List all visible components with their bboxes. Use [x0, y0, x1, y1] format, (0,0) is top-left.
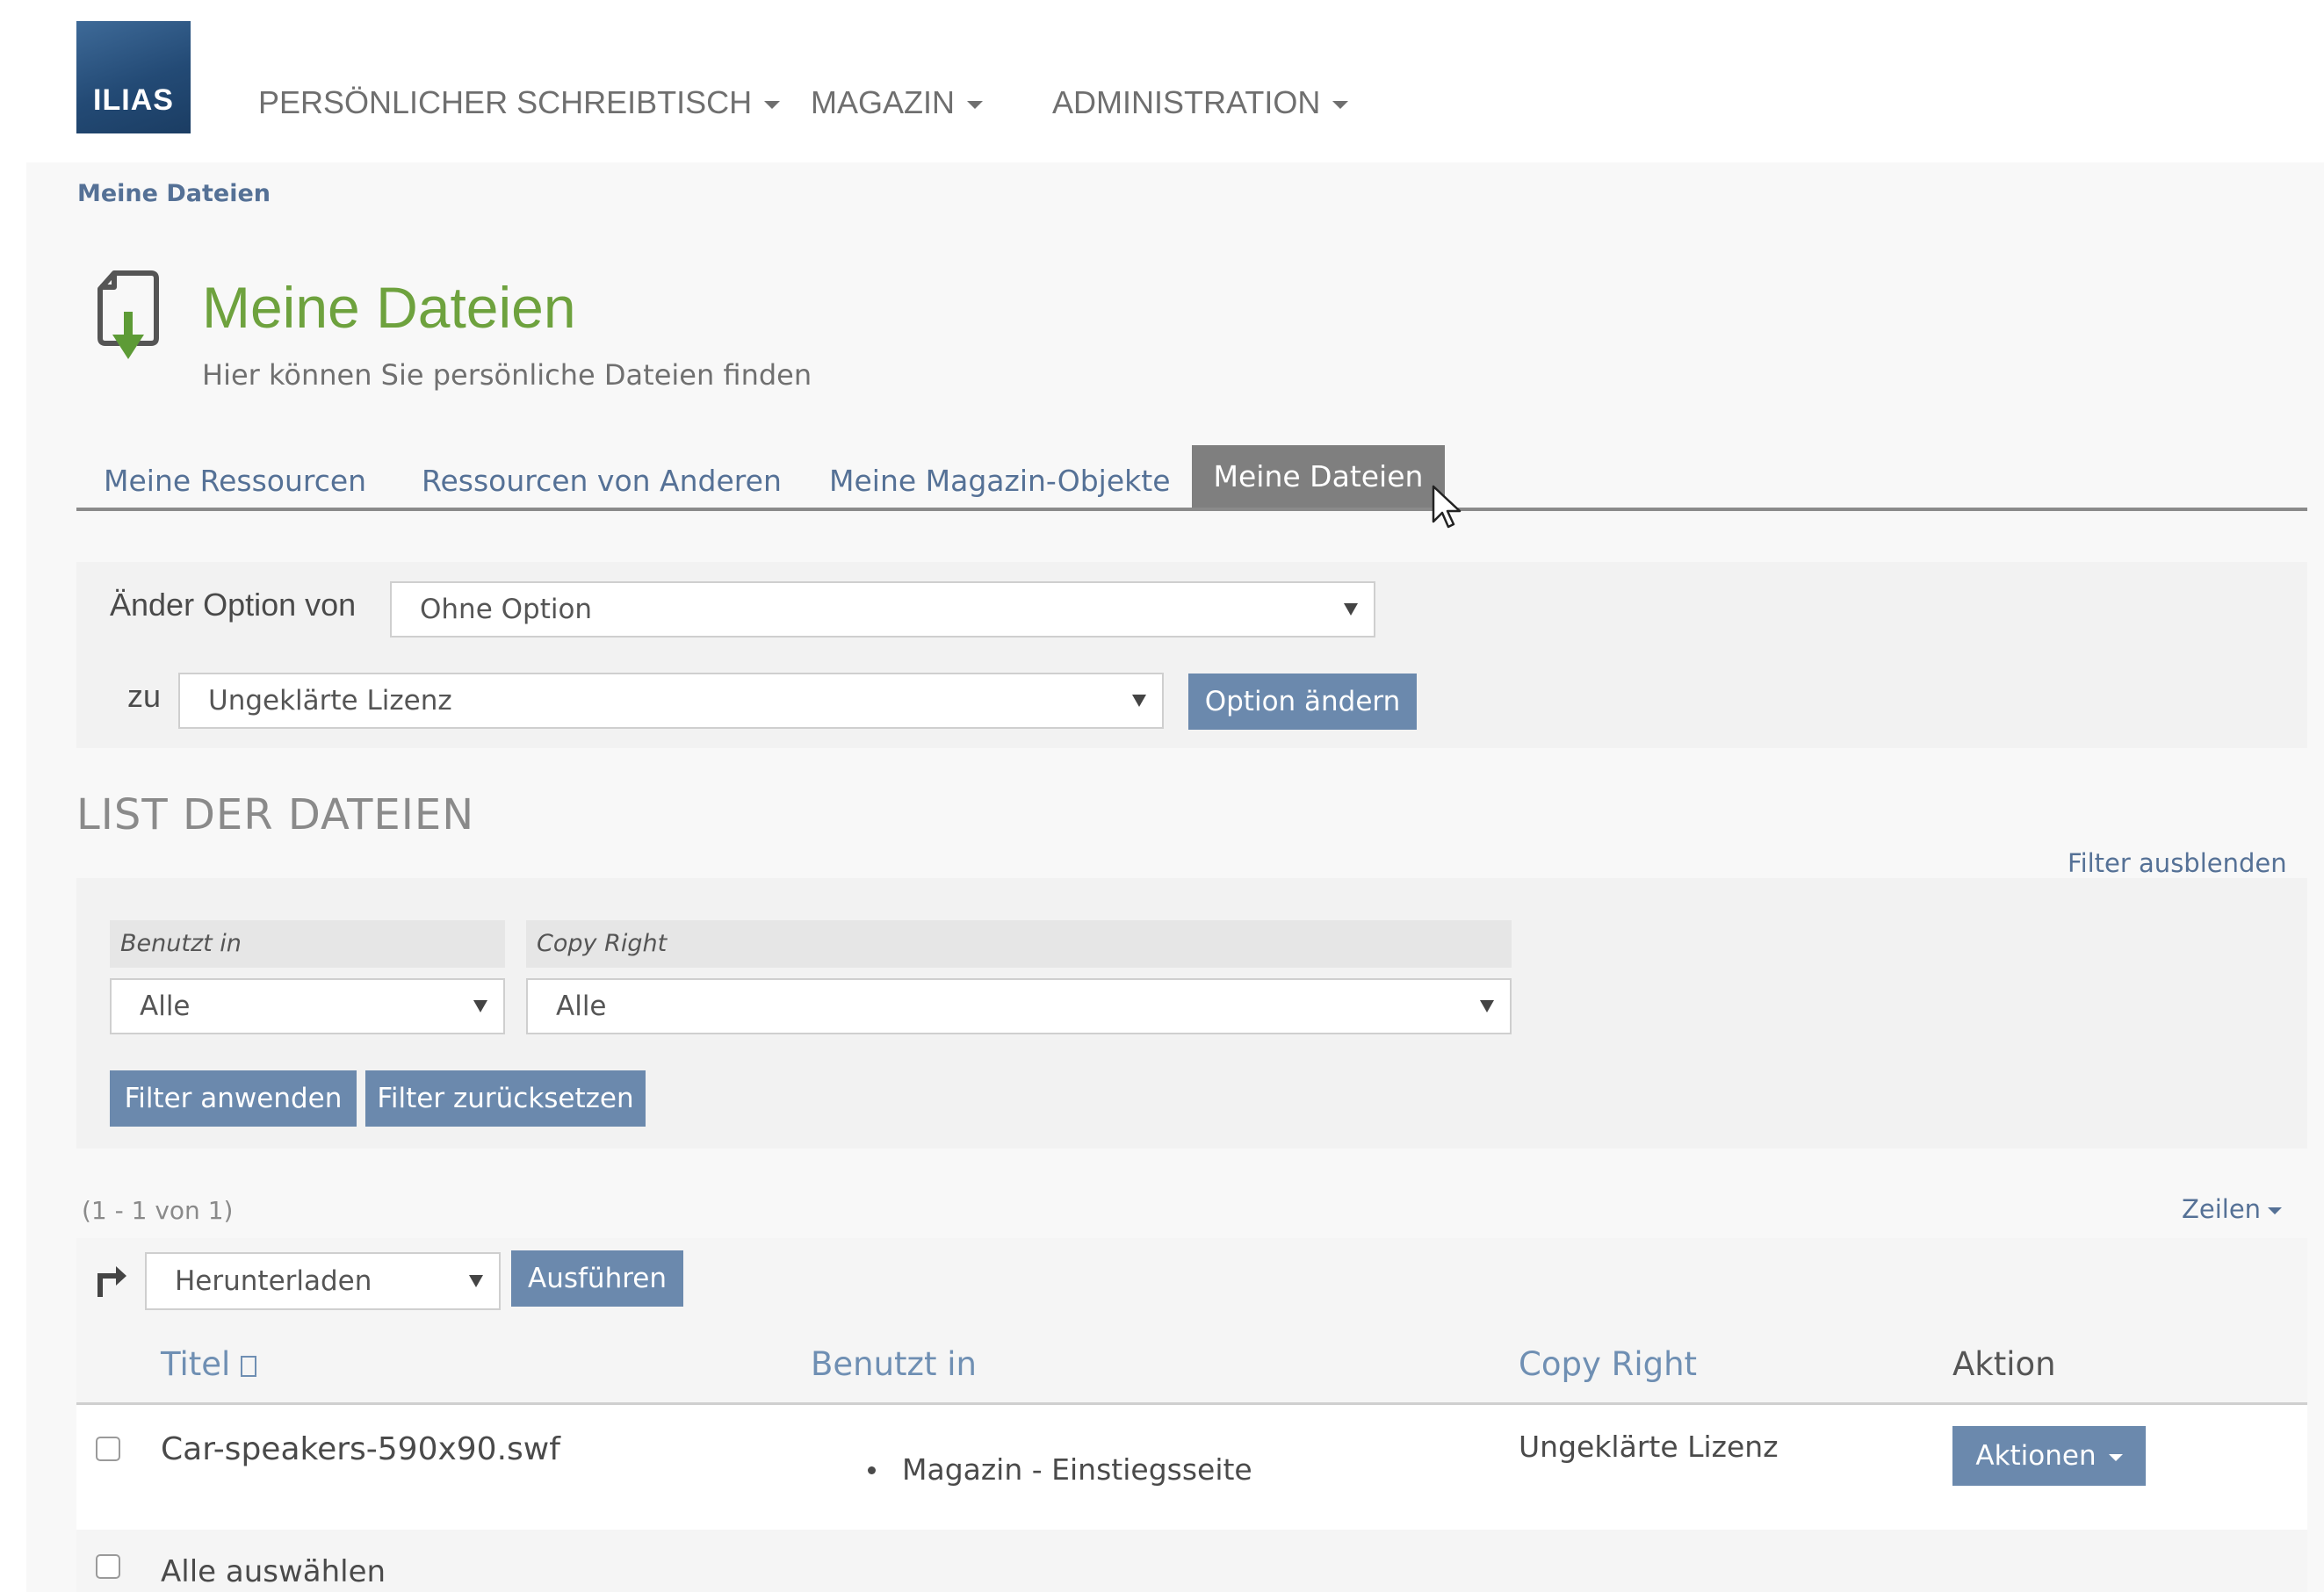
list-title: LIST DER DATEIEN: [76, 790, 475, 839]
caret-down-icon: [967, 100, 984, 109]
rows-menu[interactable]: Zeilen: [2182, 1194, 2283, 1224]
dropdown-arrow-icon: [1480, 1000, 1494, 1012]
filter-reset-button[interactable]: Filter zurücksetzen: [365, 1070, 646, 1127]
menu-magazin[interactable]: MAGAZIN: [811, 84, 984, 121]
bullet-icon: [868, 1466, 876, 1474]
filter-benutzt-in-select[interactable]: Alle: [110, 978, 505, 1034]
logo-text: ILIAS: [93, 83, 174, 117]
mouse-cursor-icon: [1432, 485, 1462, 529]
select-all-label: Alle auswählen: [161, 1554, 386, 1589]
dropdown-arrow-icon: [1132, 695, 1146, 707]
ilias-logo[interactable]: ILIAS: [76, 21, 191, 133]
file-download-icon: [97, 270, 159, 359]
tab-meine-dateien[interactable]: Meine Dateien: [1192, 445, 1445, 508]
filter-copy-right-select[interactable]: Alle: [526, 978, 1512, 1034]
row-checkbox[interactable]: [96, 1437, 120, 1461]
tab-meine-ressourcen[interactable]: Meine Ressourcen: [104, 464, 366, 498]
breadcrumb[interactable]: Meine Dateien: [77, 180, 271, 207]
caret-down-icon: [2268, 1207, 2283, 1214]
tab-meine-magazin-objekte[interactable]: Meine Magazin-Objekte: [829, 464, 1171, 498]
caret-down-icon: [2108, 1453, 2123, 1461]
change-option-button[interactable]: Option ändern: [1188, 674, 1417, 730]
filter-apply-button[interactable]: Filter anwenden: [110, 1070, 357, 1127]
to-option-select[interactable]: Ungeklärte Lizenz: [178, 673, 1164, 729]
dropdown-arrow-icon: [473, 1000, 487, 1012]
dropdown-arrow-icon: [469, 1275, 483, 1287]
caret-down-icon: [1332, 100, 1349, 109]
menu-persoenlicher-schreibtisch[interactable]: PERSÖNLICHER SCHREIBTISCH: [258, 84, 781, 121]
to-option-label: zu: [127, 678, 162, 714]
row-actions-button[interactable]: Aktionen: [1952, 1426, 2146, 1486]
column-header-benutzt-in[interactable]: Benutzt in: [811, 1345, 977, 1383]
page-title: Meine Dateien: [202, 275, 576, 340]
select-all-checkbox[interactable]: [96, 1554, 120, 1579]
execute-button[interactable]: Ausführen: [511, 1250, 683, 1307]
tab-ressourcen-von-anderen[interactable]: Ressourcen von Anderen: [422, 464, 782, 498]
from-option-select[interactable]: Ohne Option: [390, 581, 1375, 638]
filter-label-copy-right: Copy Right: [526, 920, 1512, 968]
filter-label-benutzt-in: Benutzt in: [110, 920, 505, 968]
bulk-action-select[interactable]: Herunterladen: [145, 1252, 501, 1310]
file-title: Car-speakers-590x90.swf: [161, 1431, 560, 1467]
caret-down-icon: [764, 100, 781, 109]
copyright-value: Ungeklärte Lizenz: [1519, 1430, 1779, 1464]
menu-administration[interactable]: ADMINISTRATION: [1052, 84, 1349, 121]
result-count: (1 - 1 von 1): [82, 1196, 234, 1225]
from-option-label: Änder Option von: [110, 587, 357, 623]
filter-hide-link[interactable]: Filter ausblenden: [2068, 848, 2287, 878]
dropdown-arrow-icon: [1344, 603, 1358, 616]
sort-icon: [241, 1355, 257, 1377]
column-header-copy-right[interactable]: Copy Right: [1519, 1345, 1697, 1383]
column-header-aktion: Aktion: [1952, 1345, 2056, 1383]
arrow-turn-icon: [97, 1266, 126, 1297]
tab-underline: [76, 508, 2307, 511]
used-in-link[interactable]: Magazin - Einstiegsseite: [902, 1452, 1252, 1487]
column-header-titel[interactable]: Titel: [161, 1345, 257, 1383]
page-subtitle: Hier können Sie persönliche Dateien find…: [202, 358, 812, 392]
